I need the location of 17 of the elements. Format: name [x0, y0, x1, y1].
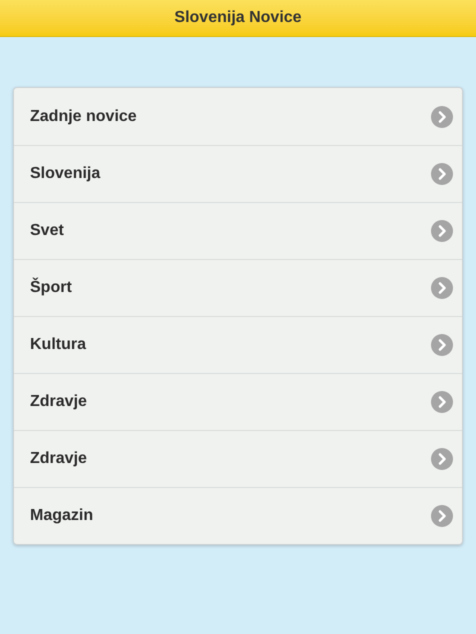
chevron-right-icon: [431, 334, 453, 356]
menu-item[interactable]: Svet: [14, 202, 462, 259]
chevron-right-icon: [431, 505, 453, 527]
chevron-right-icon: [431, 391, 453, 413]
chevron-right-icon: [431, 220, 453, 242]
menu-item[interactable]: Slovenija: [14, 145, 462, 202]
menu-item[interactable]: Zdravje: [14, 373, 462, 430]
menu-item[interactable]: Kultura: [14, 316, 462, 373]
chevron-right-icon: [431, 106, 453, 128]
chevron-right-icon: [431, 163, 453, 185]
menu-item[interactable]: Magazin: [14, 487, 462, 544]
menu-item[interactable]: Šport: [14, 259, 462, 316]
page-title: Slovenija Novice: [174, 8, 302, 28]
menu-item[interactable]: Zdravje: [14, 430, 462, 487]
chevron-right-icon: [431, 448, 453, 470]
chevron-right-icon: [431, 277, 453, 299]
menu-item[interactable]: Zadnje novice: [14, 88, 462, 145]
